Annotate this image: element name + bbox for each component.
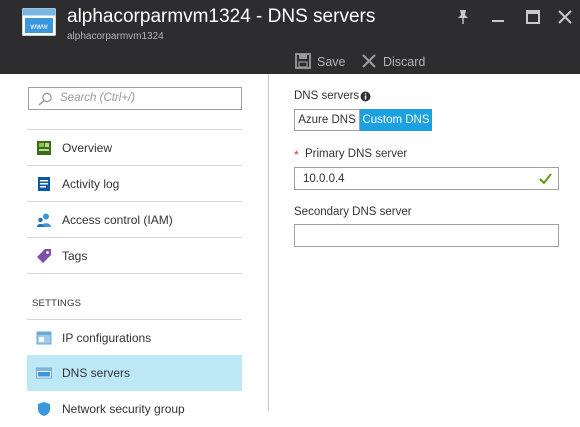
network-interface-icon: www (22, 8, 56, 36)
pin-icon[interactable] (454, 8, 472, 26)
access-control-icon (37, 213, 51, 227)
save-button[interactable]: Save (295, 53, 346, 71)
tag-icon (37, 249, 51, 263)
menu-item-activity-log[interactable]: Activity log (27, 166, 242, 202)
menu-item-overview[interactable]: Overview (27, 130, 242, 166)
menu-item-tags[interactable]: Tags (27, 238, 242, 274)
dns-servers-label: DNS servers (294, 90, 360, 102)
search-input[interactable]: Search (Ctrl+/) (28, 87, 242, 110)
search-placeholder: Search (Ctrl+/) (60, 92, 136, 104)
save-label: Save (317, 55, 346, 69)
secondary-dns-input[interactable] (295, 225, 558, 246)
menu-divider (27, 273, 242, 274)
info-icon[interactable] (360, 91, 371, 102)
close-icon[interactable] (556, 8, 574, 26)
page-title: alphacorparmvm1324 - DNS servers (67, 6, 376, 27)
command-bar: Save Discard (0, 50, 580, 74)
check-icon (539, 173, 552, 184)
dns-servers-icon (36, 367, 52, 379)
save-icon (295, 53, 311, 69)
primary-dns-label: Primary DNS server (305, 148, 408, 160)
menu-item-ip-configurations[interactable]: IP configurations (27, 320, 242, 356)
primary-dns-field[interactable] (294, 167, 559, 190)
maximize-icon[interactable] (524, 8, 542, 26)
network-security-group-icon (38, 402, 50, 416)
minimize-icon[interactable] (489, 8, 507, 26)
secondary-dns-field[interactable] (294, 224, 559, 247)
settings-section-header: SETTINGS (32, 298, 82, 309)
secondary-dns-label: Secondary DNS server (294, 206, 412, 218)
overview-icon (37, 141, 51, 155)
ip-configurations-icon (36, 331, 52, 345)
custom-dns-option[interactable]: Custom DNS (360, 109, 432, 131)
menu-item-dns-servers[interactable]: DNS servers (27, 355, 242, 391)
activity-log-icon (38, 177, 50, 191)
page-subtitle: alphacorparmvm1324 (67, 31, 164, 42)
primary-dns-input[interactable] (295, 168, 558, 189)
pane-divider (268, 74, 269, 411)
required-marker: * (294, 148, 299, 162)
discard-button[interactable]: Discard (361, 53, 425, 71)
discard-label: Discard (383, 55, 426, 69)
menu-item-network-security-group[interactable]: Network security group (27, 391, 242, 427)
menu-item-access-control[interactable]: Access control (IAM) (27, 202, 242, 238)
azure-dns-option[interactable]: Azure DNS (294, 109, 360, 131)
title-bar: www alphacorparmvm1324 - DNS servers alp… (0, 0, 580, 50)
discard-icon (362, 54, 376, 68)
search-icon (38, 92, 52, 106)
svg-text:www: www (29, 22, 48, 31)
